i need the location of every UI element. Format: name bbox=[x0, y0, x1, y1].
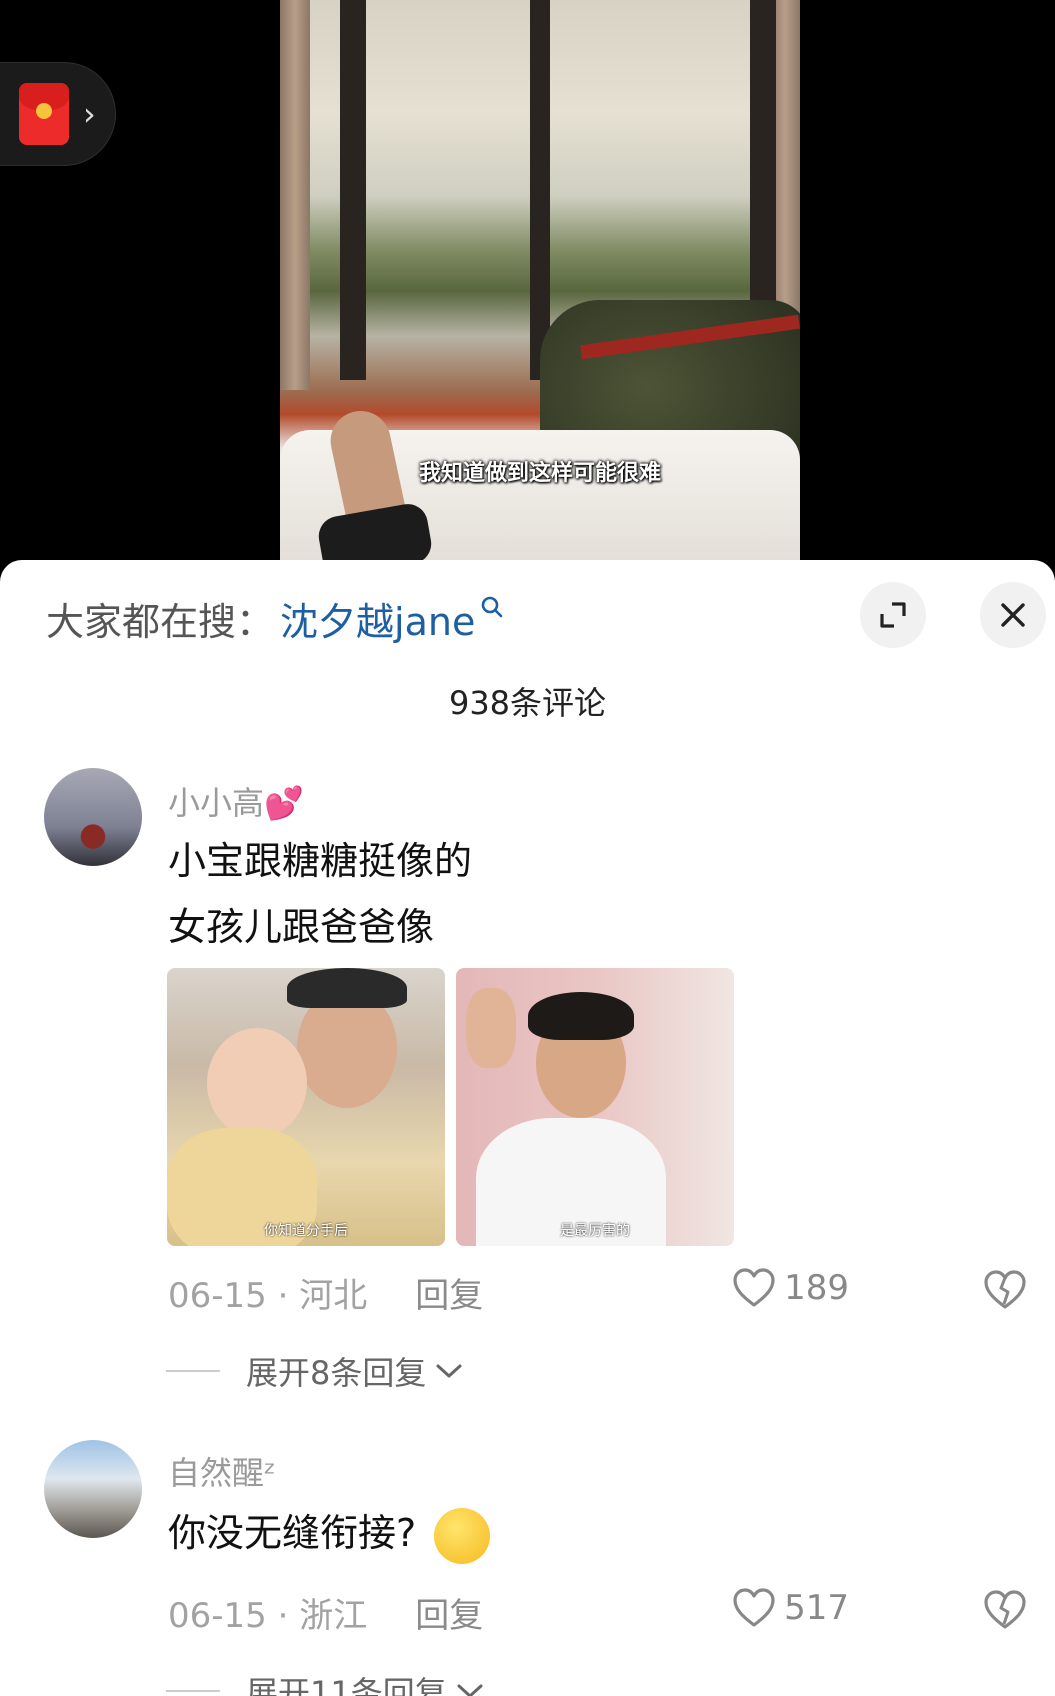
comment-image[interactable]: 是最厉害的 bbox=[456, 968, 734, 1246]
comment-text-line: 女孩儿跟爸爸像 bbox=[168, 905, 435, 949]
trending-search[interactable]: 大家都在搜： 沈夕越jane bbox=[46, 590, 505, 646]
comment-meta: 06-15 · 河北 回复 bbox=[168, 1268, 483, 1317]
heart-icon bbox=[733, 1588, 775, 1627]
red-packet-seal bbox=[36, 103, 52, 119]
like-button[interactable]: 189 bbox=[732, 1268, 849, 1308]
heart-icon bbox=[733, 1268, 775, 1307]
expand-replies-button[interactable]: 展开8条回复 bbox=[166, 1348, 464, 1394]
hair bbox=[287, 968, 407, 1008]
comment-text: 你没无缝衔接? bbox=[168, 1502, 491, 1564]
video-player[interactable]: 我知道做到这样可能很难 › bbox=[0, 0, 1055, 560]
broken-heart-icon bbox=[984, 1270, 1026, 1309]
image-caption: 是最厉害的 bbox=[560, 1223, 630, 1239]
hair bbox=[528, 992, 634, 1040]
comment-image-gallery: 你知道分手后 是最厉害的 bbox=[167, 968, 747, 1246]
dislike-button[interactable] bbox=[983, 1270, 1027, 1314]
fullscreen-icon bbox=[880, 602, 906, 628]
reply-button[interactable]: 回复 bbox=[415, 1268, 483, 1317]
divider-line bbox=[166, 1690, 220, 1692]
comment-count: 938条评论 bbox=[448, 684, 607, 722]
smirk-emoji-icon bbox=[434, 1507, 491, 1564]
image-caption: 你知道分手后 bbox=[264, 1223, 348, 1239]
comment-panel: 大家都在搜： 沈夕越jane 938条评论 小小高💕 小宝跟糖糖挺像的 女孩儿跟… bbox=[0, 560, 1055, 1696]
search-prefix: 大家都在搜： bbox=[46, 599, 275, 644]
comment-text-line: 你没无缝衔接? bbox=[168, 1511, 417, 1555]
screen: 我知道做到这样可能很难 › 大家都在搜： 沈夕越jane 938条评论 小小高💕… bbox=[0, 0, 1055, 1696]
red-packet-button[interactable]: › bbox=[0, 62, 116, 166]
comment-date-location: 06-15 · 浙江 bbox=[168, 1596, 368, 1636]
comment-username[interactable]: 小小高💕 bbox=[168, 778, 304, 824]
expand-replies-button[interactable]: 展开11条回复 bbox=[166, 1668, 485, 1696]
avatar[interactable] bbox=[44, 768, 142, 866]
face bbox=[207, 1028, 307, 1138]
window-frame bbox=[340, 0, 366, 380]
expand-replies-label: 展开8条回复 bbox=[246, 1354, 427, 1392]
like-count: 189 bbox=[784, 1268, 849, 1308]
like-button[interactable]: 517 bbox=[732, 1588, 849, 1628]
red-packet-icon bbox=[19, 83, 69, 145]
broken-heart-icon bbox=[984, 1590, 1026, 1629]
curtain-left bbox=[280, 0, 310, 390]
search-term-link[interactable]: 沈夕越jane bbox=[280, 591, 475, 646]
chevron-down-icon bbox=[457, 1684, 483, 1696]
comment-date-location: 06-15 · 河北 bbox=[168, 1276, 368, 1316]
close-icon bbox=[1001, 603, 1025, 627]
comment-text-line: 小宝跟糖糖挺像的 bbox=[168, 839, 473, 883]
search-icon bbox=[482, 596, 503, 618]
comment-image[interactable]: 你知道分手后 bbox=[167, 968, 445, 1246]
close-button[interactable] bbox=[980, 582, 1046, 648]
chevron-right-icon: › bbox=[83, 95, 96, 133]
video-frame: 我知道做到这样可能很难 bbox=[280, 0, 800, 560]
chevron-down-icon bbox=[436, 1364, 462, 1378]
video-subtitle: 我知道做到这样可能很难 bbox=[418, 461, 661, 486]
divider-line bbox=[166, 1370, 220, 1372]
like-count: 517 bbox=[784, 1588, 849, 1628]
avatar[interactable] bbox=[44, 1440, 142, 1538]
expand-replies-label: 展开11条回复 bbox=[246, 1674, 447, 1696]
reply-button[interactable]: 回复 bbox=[415, 1588, 483, 1637]
comment-meta: 06-15 · 浙江 回复 bbox=[168, 1588, 483, 1637]
hand bbox=[466, 988, 516, 1068]
dislike-button[interactable] bbox=[983, 1590, 1027, 1634]
comment-username[interactable]: 自然醒ᶻ bbox=[168, 1448, 276, 1494]
fullscreen-button[interactable] bbox=[860, 582, 926, 648]
window-frame bbox=[530, 0, 550, 380]
